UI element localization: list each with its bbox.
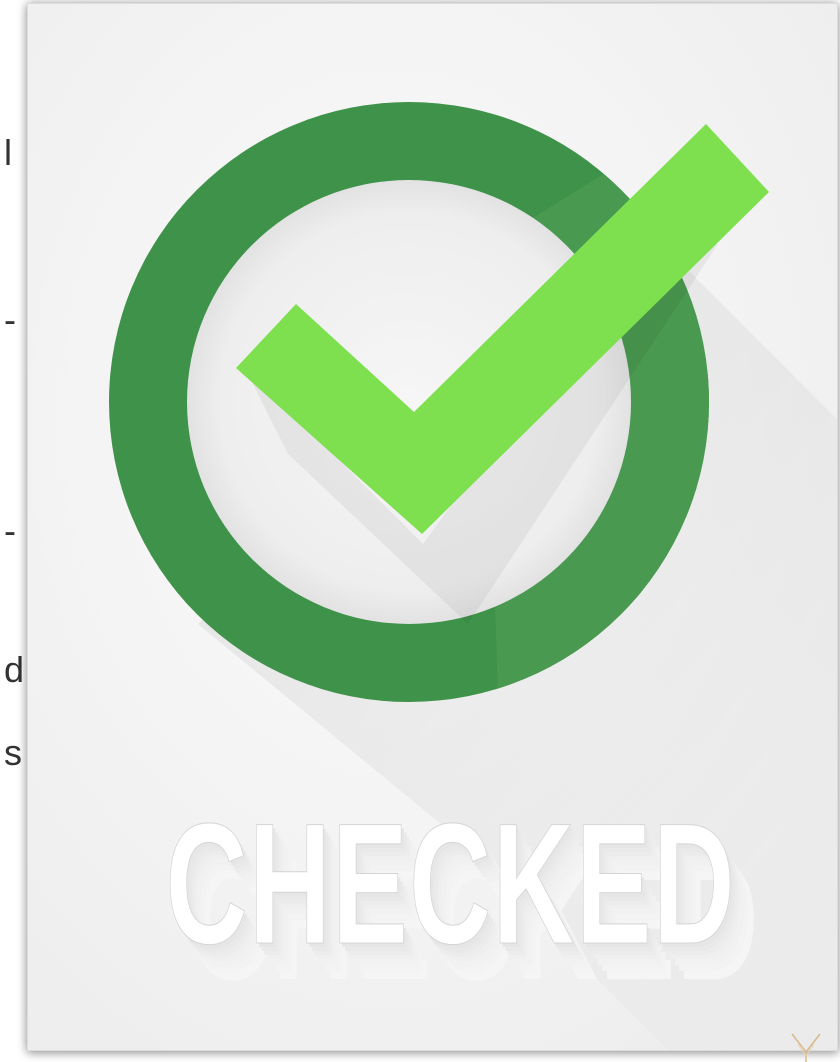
checked-poster: CHECKED CHECKED — [27, 3, 838, 1051]
left-text-column: l - - d s — [0, 0, 26, 1062]
star-logo-icon — [791, 1033, 821, 1062]
checked-label: CHECKED CHECKED — [28, 779, 837, 989]
text-fragment: s — [4, 732, 22, 773]
text-fragment: d — [4, 649, 25, 690]
text-fragment: - — [4, 299, 16, 340]
text-fragment: l — [4, 132, 12, 173]
checked-label-outline: CHECKED — [165, 788, 737, 981]
text-fragment: - — [4, 510, 16, 551]
